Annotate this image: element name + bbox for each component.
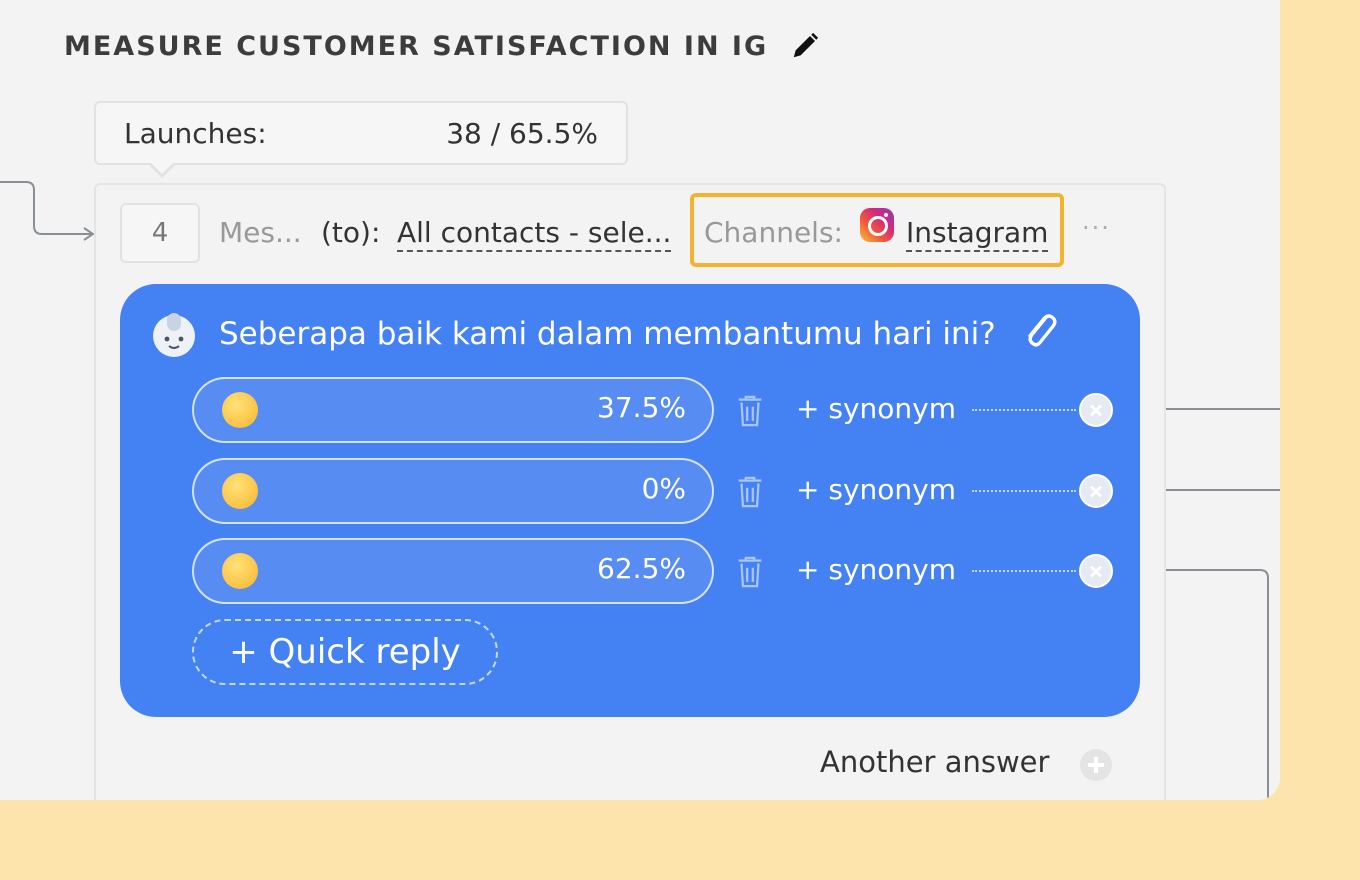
remove-icon[interactable] (1079, 393, 1113, 427)
reply-percent: 0% (641, 472, 686, 505)
neutral-face-icon (222, 473, 258, 509)
grinning-face-icon (222, 553, 258, 589)
reply-link-line (972, 570, 1076, 572)
reply-percent: 62.5% (597, 552, 686, 585)
quick-reply-option[interactable]: 62.5% (192, 538, 714, 604)
another-answer-label[interactable]: Another answer (820, 745, 1049, 779)
add-synonym-button[interactable]: + synonym (796, 392, 956, 425)
step-number: 4 (120, 203, 200, 263)
channels-label: Channels: (704, 216, 843, 249)
launches-pointer (148, 162, 176, 178)
paperclip-icon[interactable] (1020, 308, 1060, 352)
reply-percent: 37.5% (597, 391, 686, 424)
pencil-icon[interactable] (790, 31, 820, 61)
step-type-label: Mes... (219, 216, 302, 249)
worried-face-icon (222, 392, 258, 428)
trash-icon[interactable] (735, 475, 765, 509)
message-text[interactable]: Seberapa baik kami dalam membantumu hari… (219, 316, 996, 352)
trash-icon[interactable] (735, 394, 765, 428)
reply-link-line (972, 409, 1076, 411)
quick-reply-option[interactable]: 0% (192, 458, 714, 524)
recipients-label: (to): (321, 216, 381, 249)
trash-icon[interactable] (735, 555, 765, 589)
channels-selector[interactable]: Instagram (906, 216, 1049, 252)
flow-canvas: MEASURE CUSTOMER SATISFACTION IN IG Laun… (0, 0, 1280, 800)
remove-icon[interactable] (1079, 554, 1113, 588)
launches-value: 38 / 65.5% (446, 117, 598, 150)
launches-box: Launches: 38 / 65.5% (94, 101, 628, 165)
bot-avatar (153, 313, 195, 357)
reply-link-line (972, 490, 1076, 492)
plus-icon[interactable] (1080, 749, 1112, 781)
instagram-icon (860, 208, 894, 242)
flow-title-text: MEASURE CUSTOMER SATISFACTION IN IG (64, 30, 769, 62)
flow-title: MEASURE CUSTOMER SATISFACTION IN IG (64, 26, 820, 66)
add-synonym-button[interactable]: + synonym (796, 473, 956, 506)
quick-reply-option[interactable]: 37.5% (192, 377, 714, 443)
more-icon[interactable]: ··· (1082, 214, 1111, 242)
add-quick-reply-button[interactable]: + Quick reply (192, 619, 498, 685)
recipients-selector[interactable]: All contacts - sele... (397, 216, 672, 252)
add-synonym-button[interactable]: + synonym (796, 553, 956, 586)
launches-label: Launches: (124, 117, 267, 150)
remove-icon[interactable] (1079, 474, 1113, 508)
